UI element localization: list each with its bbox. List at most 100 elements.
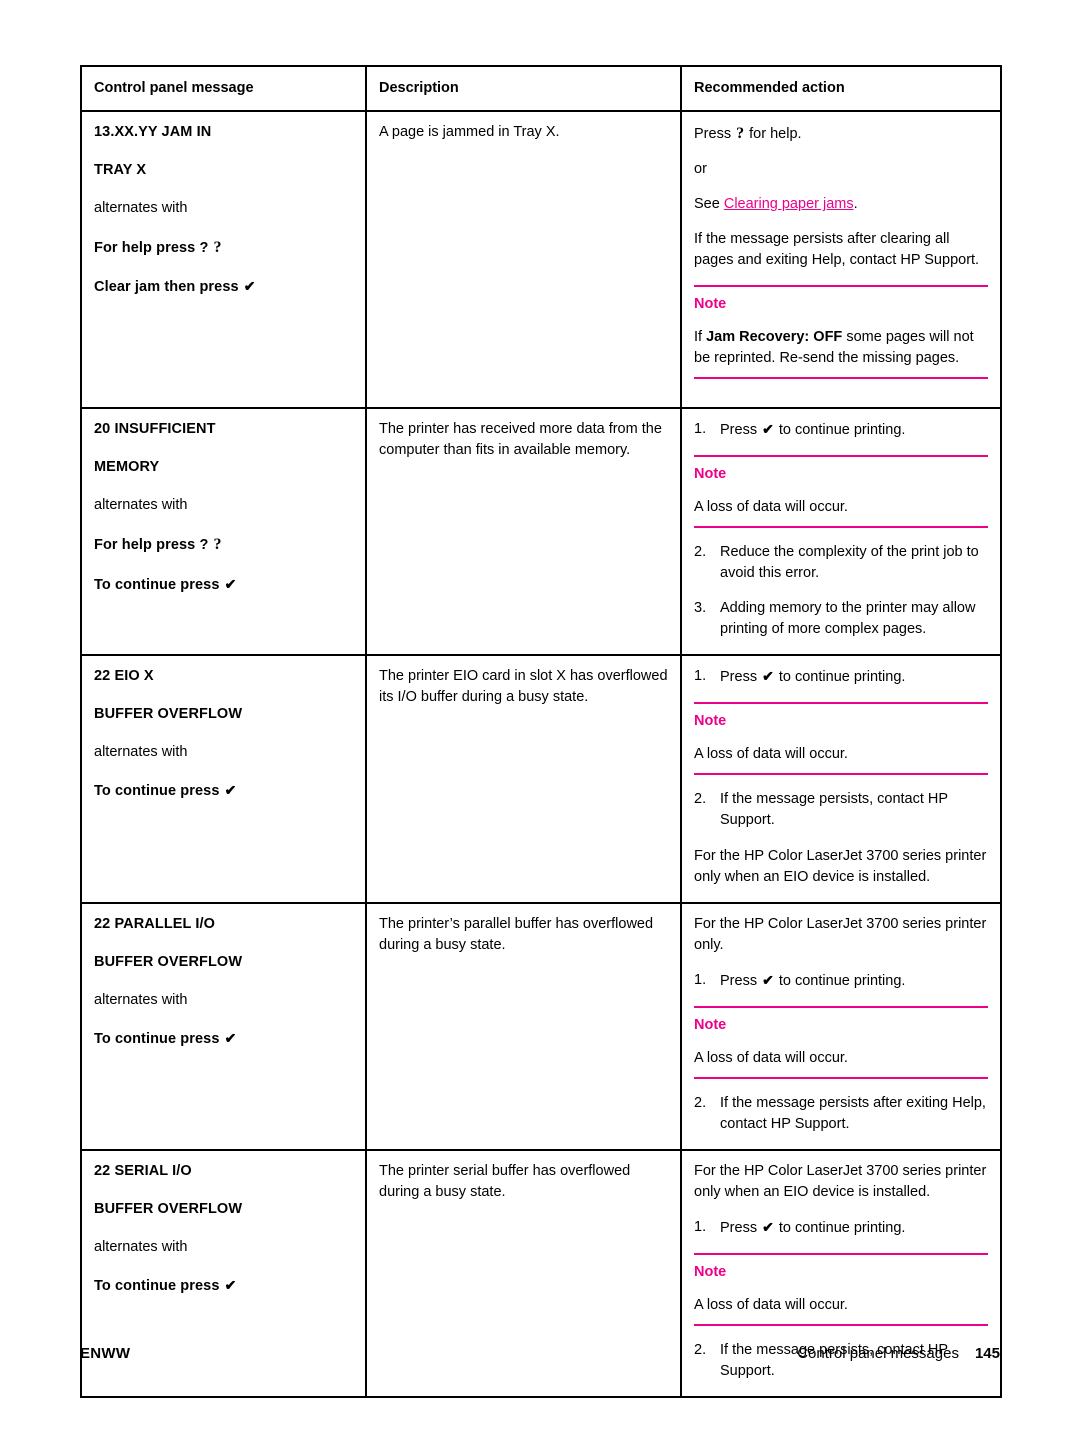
note-block: Note A loss of data will occur. <box>694 1252 988 1326</box>
table-row: 13.XX.YY JAM IN TRAY X alternates with F… <box>80 110 1002 410</box>
list-text: Press ✔ to continue printing. <box>720 970 988 992</box>
action-list: 1. Press ✔ to continue printing. <box>694 1217 988 1239</box>
note-body: A loss of data will occur. <box>694 499 848 516</box>
note-body: A loss of data will occur. <box>694 1049 848 1066</box>
list-text: If the message persists, contact HP Supp… <box>720 791 948 829</box>
alternates-label: alternates with <box>94 1238 188 1255</box>
cell-message: 20 INSUFFICIENT MEMORY alternates with F… <box>80 407 367 657</box>
action-text: Press <box>720 422 758 439</box>
action-list: 2. If the message persists after exiting… <box>694 1093 988 1135</box>
column-header-description: Description <box>365 64 682 113</box>
list-text: Press ✔ to continue printing. <box>720 419 988 441</box>
cell-description: The printer’s parallel buffer has overfl… <box>365 901 682 1151</box>
footer-chapter-title: Control panel messages <box>797 1345 959 1362</box>
action-text: to continue printing. <box>778 669 906 686</box>
message-line: MEMORY <box>94 459 160 476</box>
check-icon: ✔ <box>762 668 774 685</box>
alternates-label: alternates with <box>94 991 188 1008</box>
help-icon: ? <box>736 125 745 143</box>
cell-action: Press ? for help. or See Clearing paper … <box>680 110 1002 410</box>
message-text: To continue press <box>94 1030 220 1047</box>
list-item: 1. Press ✔ to continue printing. <box>694 970 988 992</box>
list-number: 2. <box>694 1094 707 1111</box>
action-list: 1. Press ✔ to continue printing. <box>694 970 988 992</box>
list-text: Reduce the complexity of the print job t… <box>720 544 979 582</box>
list-number: 1. <box>694 421 707 438</box>
note-body: A loss of data will occur. <box>694 746 848 763</box>
document-page: Control panel message Description Recomm… <box>0 0 1080 1437</box>
footer-page-number: 145 <box>974 1345 1000 1362</box>
table-row: 22 PARALLEL I/O BUFFER OVERFLOW alternat… <box>80 901 1002 1151</box>
table-row: 20 INSUFFICIENT MEMORY alternates with F… <box>80 407 1002 657</box>
list-number: 2. <box>694 791 707 808</box>
note-label: Note <box>694 296 727 313</box>
action-text: Press <box>720 972 758 989</box>
list-item: 1. Press ✔ to continue printing. <box>694 419 988 441</box>
description-text: The printer EIO card in slot X has overf… <box>379 668 668 706</box>
description-text: The printer has received more data from … <box>379 421 662 459</box>
action-lead: For the HP Color LaserJet 3700 series pr… <box>694 1162 987 1200</box>
list-number: 3. <box>694 600 707 617</box>
list-item: 2. If the message persists, contact HP S… <box>694 789 988 831</box>
footer-locale: ENWW <box>80 1345 131 1362</box>
list-item: 2. If the message persists after exiting… <box>694 1093 988 1135</box>
message-text: For help press ? <box>94 240 209 257</box>
list-number: 1. <box>694 971 707 988</box>
note-block: Note A loss of data will occur. <box>694 455 988 529</box>
alternates-label: alternates with <box>94 497 188 514</box>
check-icon: ✔ <box>243 278 256 295</box>
footer-right-group: Control panel messages 145 <box>797 1345 1000 1362</box>
action-text: Press <box>720 669 758 686</box>
message-line: 22 EIO X <box>94 668 154 685</box>
page-footer: ENWW Control panel messages 145 <box>80 1345 1000 1362</box>
note-block: Note A loss of data will occur. <box>694 702 988 776</box>
action-list: 2. Reduce the complexity of the print jo… <box>694 542 988 640</box>
list-number: 1. <box>694 1218 707 1235</box>
list-text: If the message persists after exiting He… <box>720 1094 986 1132</box>
list-item: 3. Adding memory to the printer may allo… <box>694 598 988 640</box>
message-text: For help press ? <box>94 537 209 554</box>
cell-message: 22 EIO X BUFFER OVERFLOW alternates with… <box>80 654 367 904</box>
message-line: BUFFER OVERFLOW <box>94 706 243 723</box>
cell-description: The printer EIO card in slot X has overf… <box>365 654 682 904</box>
message-line: BUFFER OVERFLOW <box>94 1200 243 1217</box>
message-line: 13.XX.YY JAM IN <box>94 124 212 141</box>
action-text: Press <box>694 126 732 143</box>
description-text: A page is jammed in Tray X. <box>379 124 560 141</box>
control-panel-message-table: Control panel message Description Recomm… <box>80 64 1002 1398</box>
clearing-paper-jams-link[interactable]: Clearing paper jams <box>724 196 854 212</box>
list-text: Press ✔ to continue printing. <box>720 1217 988 1239</box>
list-number: 1. <box>694 668 707 685</box>
note-label: Note <box>694 713 727 730</box>
action-lead: For the HP Color LaserJet 3700 series pr… <box>694 915 987 953</box>
list-number: 2. <box>694 544 707 561</box>
cell-message: 22 PARALLEL I/O BUFFER OVERFLOW alternat… <box>80 901 367 1151</box>
check-icon: ✔ <box>224 575 237 592</box>
note-block: Note A loss of data will occur. <box>694 1005 988 1079</box>
list-text: Adding memory to the printer may allow p… <box>720 600 976 638</box>
column-header-action: Recommended action <box>680 64 1002 113</box>
note-body: A loss of data will occur. <box>694 1296 848 1313</box>
message-text: To continue press <box>94 1277 220 1294</box>
action-text: See <box>694 196 720 213</box>
check-icon: ✔ <box>224 1029 237 1046</box>
description-text: The printer’s parallel buffer has overfl… <box>379 915 654 953</box>
list-item: 1. Press ✔ to continue printing. <box>694 1217 988 1239</box>
action-text: for help. <box>749 126 802 143</box>
check-icon: ✔ <box>762 971 774 988</box>
message-line: For help press ? ? <box>94 236 353 259</box>
list-text: Press ✔ to continue printing. <box>720 666 988 688</box>
check-icon: ✔ <box>762 421 774 438</box>
action-paragraph: Press ? for help. <box>694 122 988 145</box>
note-label: Note <box>694 1263 727 1280</box>
message-line: To continue press ✔ <box>94 1028 353 1050</box>
action-list: 1. Press ✔ to continue printing. <box>694 419 988 441</box>
action-paragraph: If the message persists after clearing a… <box>694 231 980 269</box>
cell-action: For the HP Color LaserJet 3700 series pr… <box>680 901 1002 1151</box>
cell-message: 13.XX.YY JAM IN TRAY X alternates with F… <box>80 110 367 410</box>
note-body: If Jam Recovery: OFF some pages will not… <box>694 327 988 369</box>
note-text: If <box>694 329 703 346</box>
message-line: 20 INSUFFICIENT <box>94 421 216 438</box>
message-text: To continue press <box>94 783 220 800</box>
table-header-row: Control panel message Description Recomm… <box>80 64 1002 113</box>
